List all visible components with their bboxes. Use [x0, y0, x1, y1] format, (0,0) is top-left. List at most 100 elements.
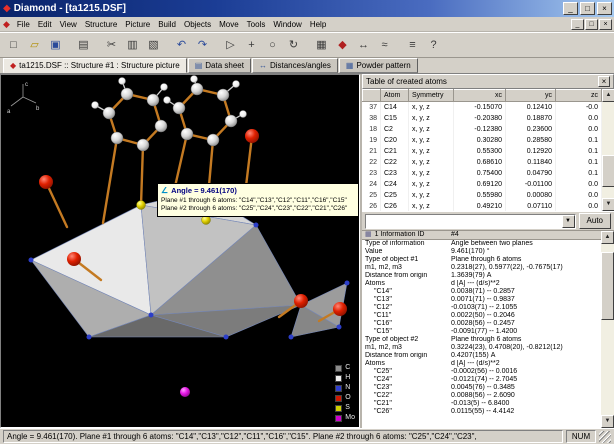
- column-header-symmetry[interactable]: Symmetry: [409, 90, 454, 102]
- property-row[interactable]: "C16"0.0028(56) -- 0.2457: [362, 320, 601, 328]
- redo-button[interactable]: ↷: [192, 35, 213, 55]
- atoms-scroll-thumb[interactable]: [602, 155, 614, 187]
- legend-item-h[interactable]: H: [335, 374, 355, 382]
- rotate-button[interactable]: ↻: [283, 35, 304, 55]
- minimize-button[interactable]: _: [563, 2, 578, 15]
- help-button[interactable]: ?: [423, 35, 444, 55]
- scroll-up-icon[interactable]: ▲: [602, 89, 614, 102]
- property-row[interactable]: "C12"-0.0103(71) -- 2.1055: [362, 304, 601, 312]
- save-button[interactable]: ▣: [45, 35, 66, 55]
- mdi-restore-button[interactable]: □: [585, 19, 598, 30]
- table-row[interactable]: 21C21x, y, z0.553000.129200.1: [363, 146, 602, 157]
- property-row[interactable]: Type of object #1Plane through 6 atoms: [362, 256, 601, 264]
- legend-item-s[interactable]: S: [335, 404, 355, 412]
- menu-edit[interactable]: Edit: [34, 19, 56, 30]
- menu-view[interactable]: View: [56, 19, 81, 30]
- property-row[interactable]: "C23"0.0045(76) -- 0.3485: [362, 384, 601, 392]
- properties-scroll-track[interactable]: [601, 244, 614, 415]
- tab-structure-picture[interactable]: ◆ta1215.DSF :: Structure #1 : Structure …: [3, 58, 187, 73]
- property-row[interactable]: Atomsd [Å] --- (d/s)**2: [362, 280, 601, 288]
- undo-button[interactable]: ↶: [171, 35, 192, 55]
- copy-button[interactable]: ▥: [122, 35, 143, 55]
- properties-button[interactable]: ≡: [402, 35, 423, 55]
- property-row[interactable]: Distance from origin1.3639(79) Å: [362, 272, 601, 280]
- scroll-down-icon[interactable]: ▼: [601, 415, 614, 428]
- table-row[interactable]: 37C14x, y, z-0.150700.12410-0.0: [363, 102, 602, 113]
- atoms-pane-close-button[interactable]: ×: [598, 76, 610, 87]
- property-row[interactable]: "C22"0.0088(56) -- 2.6090: [362, 392, 601, 400]
- pointer-button[interactable]: ▷: [220, 35, 241, 55]
- resize-grip[interactable]: [599, 431, 611, 443]
- menu-window[interactable]: Window: [269, 19, 305, 30]
- property-row[interactable]: "C14"0.0038(71) -- 0.2857: [362, 288, 601, 296]
- property-row[interactable]: Type of object #2Plane through 6 atoms: [362, 336, 601, 344]
- property-row[interactable]: "C25"-0.0002(56) -- 0.0016: [362, 368, 601, 376]
- maximize-button[interactable]: □: [580, 2, 595, 15]
- table-row[interactable]: 25C25x, y, z0.559800.000800.0: [363, 190, 602, 201]
- paste-button[interactable]: ▧: [143, 35, 164, 55]
- table-row[interactable]: 24C24x, y, z0.69120-0.011000.0: [363, 179, 602, 190]
- table-row[interactable]: 22C22x, y, z0.686100.118400.1: [363, 157, 602, 168]
- legend-item-o[interactable]: O: [335, 394, 355, 402]
- mdi-close-button[interactable]: ×: [599, 19, 612, 30]
- property-row[interactable]: m1, m2, m30.2318(27), 0.5977(22), -0.767…: [362, 264, 601, 272]
- table-row[interactable]: 18C2x, y, z-0.123800.236000.0: [363, 124, 602, 135]
- column-header-xc[interactable]: xc: [454, 90, 506, 102]
- tab-powder-pattern[interactable]: ▦Powder pattern: [339, 58, 418, 73]
- legend-item-n[interactable]: N: [335, 384, 355, 392]
- column-header-yc[interactable]: yc: [506, 90, 556, 102]
- auto-button[interactable]: Auto: [579, 213, 611, 229]
- property-row[interactable]: Value9.461(170) °: [362, 248, 601, 256]
- menu-structure[interactable]: Structure: [81, 19, 121, 30]
- atom-table-button[interactable]: ▦: [311, 35, 332, 55]
- table-row[interactable]: 38C15x, y, z-0.203800.188700.0: [363, 113, 602, 124]
- mdi-minimize-button[interactable]: _: [571, 19, 584, 30]
- powder-pattern-button[interactable]: ≈: [374, 35, 395, 55]
- properties-scrollbar[interactable]: ▲ ▼: [601, 231, 614, 428]
- table-row[interactable]: 23C23x, y, z0.754000.047900.1: [363, 168, 602, 179]
- property-row[interactable]: Type of informationAngle between two pla…: [362, 240, 601, 249]
- table-row[interactable]: 26C26x, y, z0.492100.071100.0: [363, 201, 602, 212]
- cut-button[interactable]: ✂: [101, 35, 122, 55]
- property-row[interactable]: "C13"0.0071(71) -- 0.9837: [362, 296, 601, 304]
- print-button[interactable]: ▤: [73, 35, 94, 55]
- title-bar[interactable]: ◆ Diamond - [ta1215.DSF] _ □ ×: [0, 0, 614, 17]
- property-row[interactable]: m1, m2, m30.3224(23), 0.4708(20), -0.821…: [362, 344, 601, 352]
- close-button[interactable]: ×: [597, 2, 612, 15]
- column-header-zc[interactable]: zc: [556, 90, 602, 102]
- menu-file[interactable]: File: [13, 19, 34, 30]
- object-selector-combo[interactable]: ▼: [365, 214, 576, 229]
- structure-viewport[interactable]: a b c ∠ Angle = 9.461(170) Plane #1 thro…: [0, 74, 360, 428]
- property-row[interactable]: "C26"0.0115(55) -- 4.4142: [362, 408, 601, 416]
- menu-build[interactable]: Build: [154, 19, 180, 30]
- tab-data-sheet[interactable]: ▤Data sheet: [188, 58, 251, 73]
- property-row[interactable]: ▦1 Information ID#4: [362, 231, 601, 240]
- legend-item-c[interactable]: C: [335, 364, 355, 372]
- menu-objects[interactable]: Objects: [180, 19, 215, 30]
- menu-tools[interactable]: Tools: [243, 19, 270, 30]
- menu-help[interactable]: Help: [306, 19, 330, 30]
- move-button[interactable]: +: [241, 35, 262, 55]
- property-row[interactable]: "C11"0.0022(50) -- 0.2046: [362, 312, 601, 320]
- structure-picture-button[interactable]: ◆: [332, 35, 353, 55]
- menu-move[interactable]: Move: [215, 19, 243, 30]
- property-row[interactable]: Atomsd [Å] --- (d/s)**2: [362, 360, 601, 368]
- column-header-atom[interactable]: Atom: [381, 90, 409, 102]
- distances-angles-button[interactable]: ↔: [353, 35, 374, 55]
- menu-picture[interactable]: Picture: [121, 19, 154, 30]
- open-button[interactable]: ▱: [24, 35, 45, 55]
- property-row[interactable]: "C21"-0.013(5) -- 6.8400: [362, 400, 601, 408]
- properties-scroll-thumb[interactable]: [601, 252, 614, 320]
- combo-dropdown-icon[interactable]: ▼: [562, 215, 575, 228]
- property-row[interactable]: Distance from origin0.4207(155) Å: [362, 352, 601, 360]
- tab-distances-angles[interactable]: ↔Distances/angles: [252, 58, 338, 73]
- property-row[interactable]: "C15"-0.0091(77) -- 1.4200: [362, 328, 601, 336]
- scroll-down-icon[interactable]: ▼: [602, 198, 614, 211]
- atoms-scroll-track[interactable]: [602, 102, 614, 198]
- table-row[interactable]: 19C20x, y, z0.302800.285800.1: [363, 135, 602, 146]
- new-button[interactable]: □: [3, 35, 24, 55]
- scroll-up-icon[interactable]: ▲: [601, 231, 614, 244]
- legend-item-mo[interactable]: Mo: [335, 414, 355, 422]
- zoom-button[interactable]: ○: [262, 35, 283, 55]
- atoms-scrollbar[interactable]: ▲ ▼: [602, 89, 614, 211]
